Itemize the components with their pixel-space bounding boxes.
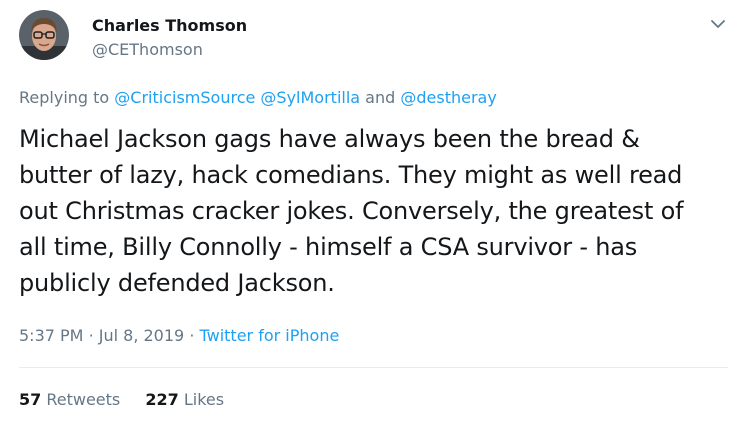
tweet-menu-button[interactable] xyxy=(707,16,729,32)
likes-stat[interactable]: 227 Likes xyxy=(145,390,224,409)
tweet-time[interactable]: 5:37 PM xyxy=(19,326,83,345)
likes-label: Likes xyxy=(183,390,225,409)
author-name[interactable]: Charles Thomson xyxy=(92,16,247,36)
avatar[interactable] xyxy=(19,10,69,60)
tweet-text-line: out Christmas cracker jokes. Conversely,… xyxy=(19,197,684,225)
replying-prefix: Replying to xyxy=(19,88,110,107)
tweet-text-line: publicly defended Jackson. xyxy=(19,269,335,297)
retweets-count: 57 xyxy=(19,390,42,409)
tweet-source-link[interactable]: Twitter for iPhone xyxy=(200,326,340,345)
reply-user-link[interactable]: @CriticismSource xyxy=(114,88,255,107)
divider xyxy=(19,367,728,368)
tweet-meta: 5:37 PM · Jul 8, 2019 · Twitter for iPho… xyxy=(19,326,339,346)
tweet-stats: 57 Retweets 227 Likes xyxy=(19,390,224,410)
author-handle[interactable]: @CEThomson xyxy=(92,40,203,60)
reply-user-link[interactable]: @SylMortilla xyxy=(260,88,360,107)
tweet-text-line: all time, Billy Connolly - himself a CSA… xyxy=(19,233,638,261)
likes-count: 227 xyxy=(145,390,179,409)
reply-user-link[interactable]: @destheray xyxy=(400,88,496,107)
tweet-text-line: butter of lazy, hack comedians. They mig… xyxy=(19,161,683,189)
tweet-text: Michael Jackson gags have always been th… xyxy=(19,121,734,301)
meta-separator: · xyxy=(189,326,195,345)
retweets-label: Retweets xyxy=(46,390,121,409)
avatar-image xyxy=(19,10,69,60)
replying-to: Replying to @CriticismSource @SylMortill… xyxy=(19,88,497,108)
chevron-down-icon xyxy=(711,20,725,28)
replying-conjunction: and xyxy=(365,88,396,107)
meta-separator: · xyxy=(88,326,94,345)
retweets-stat[interactable]: 57 Retweets xyxy=(19,390,125,409)
tweet-date[interactable]: Jul 8, 2019 xyxy=(99,326,184,345)
tweet-text-line: Michael Jackson gags have always been th… xyxy=(19,125,640,153)
